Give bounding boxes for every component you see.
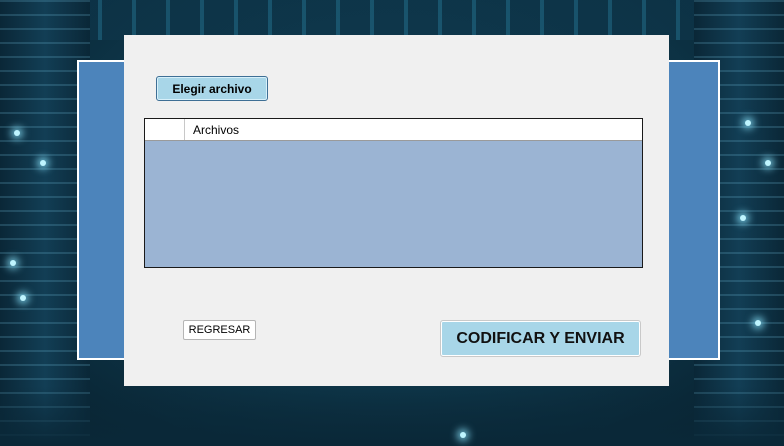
led-light: [40, 160, 46, 166]
ceiling-lights: [0, 0, 784, 40]
led-light: [20, 295, 26, 301]
back-button[interactable]: REGRESAR: [183, 320, 256, 340]
led-light: [765, 160, 771, 166]
upload-panel: Elegir archivo Archivos REGRESAR CODIFIC…: [124, 35, 669, 386]
encode-and-send-button[interactable]: CODIFICAR Y ENVIAR: [440, 320, 641, 357]
row-header-column: [145, 119, 185, 140]
led-light: [745, 120, 751, 126]
floor: [0, 386, 784, 446]
choose-file-button[interactable]: Elegir archivo: [156, 76, 268, 101]
led-light: [14, 130, 20, 136]
files-table[interactable]: Archivos: [144, 118, 643, 268]
led-light: [460, 432, 466, 438]
led-light: [740, 215, 746, 221]
led-light: [10, 260, 16, 266]
table-header: Archivos: [145, 119, 642, 141]
led-light: [755, 320, 761, 326]
column-header-archivos[interactable]: Archivos: [185, 119, 239, 140]
